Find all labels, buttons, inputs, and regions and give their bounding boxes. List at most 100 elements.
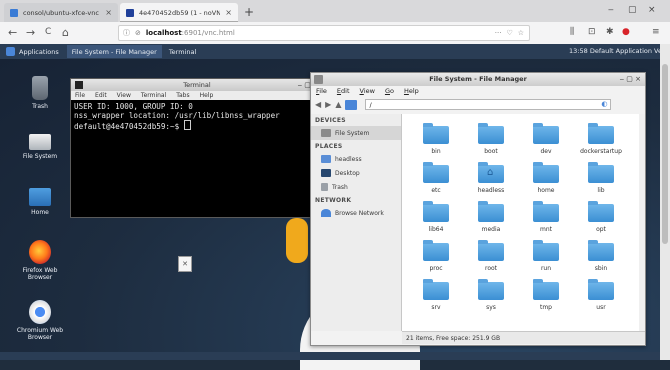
folder-item[interactable]: lib64 — [410, 201, 462, 241]
menu-view[interactable]: View — [360, 86, 375, 97]
folder-item[interactable]: root — [465, 240, 517, 280]
addon-red-icon[interactable]: ● — [622, 27, 630, 37]
menu-file[interactable]: File — [316, 86, 327, 97]
folder-item[interactable]: boot — [465, 123, 517, 163]
close-window-icon[interactable]: × — [648, 5, 656, 15]
trash-icon — [321, 183, 328, 191]
home-folder-icon[interactable] — [345, 99, 358, 110]
folder-item[interactable]: dev — [520, 123, 572, 163]
folder-item[interactable]: bin — [410, 123, 462, 163]
folder-label: bin — [431, 148, 441, 155]
folder-item[interactable]: tmp — [520, 279, 572, 319]
sidebar-item-label: File System — [335, 129, 370, 137]
tab-label: 4e470452db59 (1 - noVNC — [139, 8, 221, 17]
home-icon[interactable]: ⌂ — [62, 26, 69, 39]
sidebar-item-headless[interactable]: headless — [311, 152, 401, 166]
sidebar-item-desktop[interactable]: Desktop — [311, 166, 401, 180]
desktop-icon-firefox[interactable]: Firefox Web Browser — [14, 240, 66, 281]
page-actions-icon[interactable]: ··· — [495, 29, 502, 37]
menu-go[interactable]: Go — [385, 86, 394, 97]
folder-icon — [533, 123, 559, 144]
browser-tab-docker[interactable]: consol/ubuntu-xfce-vnc - Doc × — [4, 3, 118, 22]
window-controls[interactable]: ‒ ▢ × — [620, 73, 641, 86]
pocket-icon[interactable]: ♡ — [506, 29, 512, 37]
up-arrow-icon[interactable]: ▲ — [335, 100, 341, 109]
terminal-window[interactable]: Terminal ‒ ▢ × File Edit View Terminal T… — [70, 78, 324, 218]
menu-icon[interactable]: ≡ — [652, 27, 660, 37]
clear-location-icon[interactable]: ◐ — [601, 99, 607, 110]
menu-file[interactable]: File — [75, 91, 85, 100]
desktop-icon-chromium[interactable]: Chromium Web Browser — [14, 300, 66, 341]
menu-help[interactable]: Help — [200, 91, 214, 100]
folder-item[interactable]: sbin — [575, 240, 627, 280]
terminal-output[interactable]: USER ID: 1000, GROUP ID: 0 nss_wrapper lo… — [71, 100, 323, 133]
file-view-scrollbar[interactable] — [639, 114, 645, 331]
folder-item[interactable]: home — [520, 162, 572, 202]
folder-item[interactable]: lib — [575, 162, 627, 202]
desktop-icon-label: File System — [22, 153, 58, 160]
close-tab-icon[interactable]: × — [225, 8, 232, 17]
folder-item[interactable]: media — [465, 201, 517, 241]
library-icon[interactable]: ⫼ — [570, 27, 574, 37]
folder-item[interactable]: srv — [410, 279, 462, 319]
back-arrow-icon[interactable]: ◀ — [315, 100, 321, 109]
maximize-icon[interactable]: ▢ — [628, 5, 637, 15]
extension-icon[interactable]: ✱ — [606, 27, 614, 37]
reload-icon[interactable]: C — [45, 27, 51, 37]
folder-item[interactable]: headless — [465, 162, 517, 202]
file-view[interactable]: bin boot dev dockerstartup etc headless home li… — [402, 114, 645, 331]
file-manager-menubar: File Edit View Go Help — [311, 86, 645, 97]
sidebar-item-file-system[interactable]: File System — [311, 126, 401, 140]
terminal-line: nss_wrapper location: /usr/lib/libnss_wr… — [74, 111, 280, 120]
folder-item[interactable]: usr — [575, 279, 627, 319]
forward-arrow-icon[interactable]: → — [26, 26, 35, 39]
desktop-icon-trash[interactable]: Trash — [14, 76, 66, 110]
folder-item[interactable]: dockerstartup — [575, 123, 627, 163]
close-tab-icon[interactable]: × — [105, 8, 112, 17]
taskbar-file-manager[interactable]: File System - File Manager — [66, 45, 162, 58]
folder-item[interactable]: run — [520, 240, 572, 280]
folder-item[interactable]: etc — [410, 162, 462, 202]
terminal-prompt: default@4e470452db59:~$ — [74, 122, 184, 131]
browser-tab-novnc[interactable]: 4e470452db59 (1 - noVNC × — [120, 3, 238, 22]
folder-label: dev — [540, 148, 552, 155]
desktop-icon-label: Trash — [32, 103, 48, 110]
applications-menu[interactable]: Applications — [0, 47, 65, 56]
menu-tabs[interactable]: Tabs — [176, 91, 189, 100]
sidebar-icon[interactable]: ⊡ — [588, 27, 596, 37]
folder-item[interactable]: proc — [410, 240, 462, 280]
folder-icon — [588, 162, 614, 183]
terminal-titlebar[interactable]: Terminal ‒ ▢ × — [71, 79, 323, 91]
folder-label: lib — [597, 187, 605, 194]
bookmark-star-icon[interactable]: ☆ — [518, 29, 524, 37]
folder-item[interactable]: opt — [575, 201, 627, 241]
applications-label: Applications — [19, 47, 59, 56]
file-manager-titlebar[interactable]: File System - File Manager ‒ ▢ × — [311, 73, 645, 86]
folder-grid: bin boot dev dockerstartup etc headless home li… — [410, 123, 627, 319]
page-scrollbar[interactable] — [660, 44, 670, 360]
menu-terminal[interactable]: Terminal — [141, 91, 166, 100]
taskbar-terminal[interactable]: Terminal — [164, 45, 201, 58]
folder-label: lib64 — [428, 226, 444, 233]
menu-edit[interactable]: Edit — [337, 86, 350, 97]
desktop-icon-file-system[interactable]: File System — [14, 128, 66, 160]
forward-arrow-icon[interactable]: ▶ — [325, 100, 331, 109]
folder-icon — [423, 279, 449, 300]
folder-item[interactable]: sys — [465, 279, 517, 319]
desktop-icon-home[interactable]: Home — [14, 188, 66, 216]
scrollbar-thumb[interactable] — [662, 64, 668, 244]
url-bar[interactable]: ⓘ ⊘ localhost :6901/vnc.html ··· ♡ ☆ — [118, 25, 530, 41]
file-manager-window[interactable]: File System - File Manager ‒ ▢ × File Ed… — [310, 72, 646, 346]
drag-cursor-icon: ✕ — [178, 256, 192, 272]
minimize-icon[interactable]: ‒ — [608, 5, 614, 15]
menu-help[interactable]: Help — [404, 86, 419, 97]
new-tab-button[interactable]: + — [244, 5, 254, 19]
sidebar-item-browse-network[interactable]: Browse Network — [311, 206, 401, 220]
folder-item[interactable]: mnt — [520, 201, 572, 241]
location-input[interactable]: / ◐ — [365, 99, 612, 110]
folder-icon — [423, 240, 449, 261]
menu-view[interactable]: View — [117, 91, 131, 100]
sidebar-item-trash[interactable]: Trash — [311, 180, 401, 194]
back-arrow-icon[interactable]: ← — [8, 26, 17, 39]
menu-edit[interactable]: Edit — [95, 91, 107, 100]
